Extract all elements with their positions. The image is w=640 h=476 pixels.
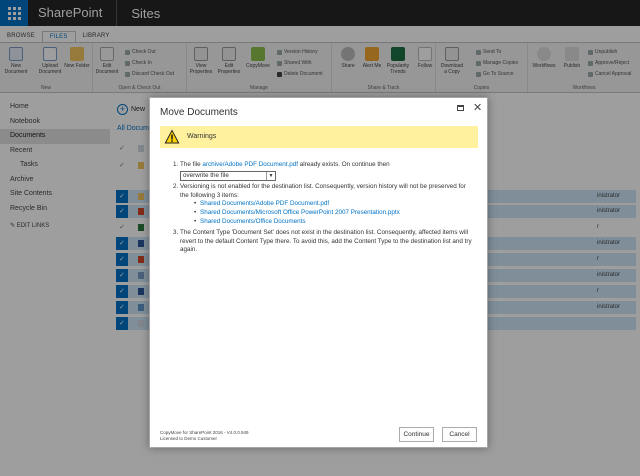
license-footer: CopyMove for SharePoint 2016 - V4.0.0.94… xyxy=(160,430,249,441)
conflict-action-select[interactable]: overwrite the file ▼ xyxy=(180,170,276,181)
close-icon[interactable]: ✕ xyxy=(473,101,482,114)
existing-file-link[interactable]: archive/Adobe PDF Document.pdf xyxy=(202,161,298,168)
conflict-action-value: overwrite the file xyxy=(183,171,229,179)
warning-list: 1. The file archive/Adobe PDF Document.p… xyxy=(173,161,473,257)
warning-icon xyxy=(164,129,180,144)
affected-items-list: Shared Documents/Adobe PDF Document.pdf … xyxy=(194,200,473,226)
warning-item-1: 1. The file archive/Adobe PDF Document.p… xyxy=(173,161,390,181)
affected-item-link[interactable]: Shared Documents/Microsoft Office PowerP… xyxy=(194,209,473,218)
warning-item-2: 2. Versioning is not enabled for the des… xyxy=(173,183,473,227)
warning-label: Warnings xyxy=(187,133,217,140)
chevron-down-icon: ▼ xyxy=(266,171,275,180)
move-documents-dialog: Move Documents ✕ Warnings 1. The file ar… xyxy=(149,97,488,448)
warning-item-3: 3. The Content Type 'Document Set' does … xyxy=(173,228,472,254)
continue-button[interactable]: Continue xyxy=(399,427,434,442)
dialog-title: Move Documents xyxy=(160,107,238,118)
affected-item-link[interactable]: Shared Documents/Office Documents xyxy=(194,218,473,227)
item-number: 2. xyxy=(173,182,179,190)
item-number: 3. xyxy=(173,228,179,236)
cancel-button[interactable]: Cancel xyxy=(442,427,477,442)
item-number: 1. xyxy=(173,161,179,168)
maximize-icon[interactable] xyxy=(457,105,464,111)
affected-item-link[interactable]: Shared Documents/Adobe PDF Document.pdf xyxy=(194,200,473,209)
warning-bar: Warnings xyxy=(160,126,478,148)
